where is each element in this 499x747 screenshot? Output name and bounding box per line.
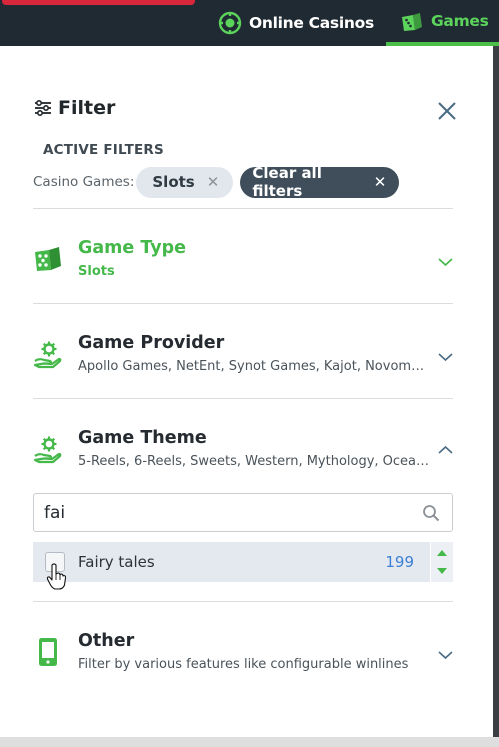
- divider: [33, 601, 453, 602]
- hand-gear-icon: [33, 341, 62, 369]
- filter-title: Filter: [34, 96, 115, 120]
- divider: [33, 398, 453, 399]
- filter-chip-slots[interactable]: Slots ✕: [136, 166, 234, 198]
- nav-online-casinos[interactable]: Online Casinos: [218, 0, 383, 46]
- promo-strip[interactable]: [2, 0, 195, 5]
- clear-all-label: Clear all filters: [252, 164, 322, 200]
- filter-title-label: Filter: [58, 97, 116, 119]
- divider: [33, 303, 453, 304]
- hand-gear-icon: [33, 436, 62, 464]
- filter-chip-label: Slots: [152, 173, 195, 191]
- section-subtitle: Apollo Games, NetEnt, Synot Games, Kajot…: [78, 359, 430, 374]
- search-icon[interactable]: [422, 504, 440, 522]
- phone-icon: [39, 638, 57, 666]
- active-filters-label: ACTIVE FILTERS: [43, 142, 164, 158]
- section-game-type[interactable]: Game Type Slots: [33, 238, 453, 284]
- chevron-down-icon[interactable]: [438, 352, 453, 362]
- nav-games-label: Games: [431, 12, 489, 30]
- nav-games[interactable]: Games: [386, 0, 499, 46]
- option-count: 199: [385, 553, 414, 571]
- top-navigation-bar: Online Casinos Games: [0, 0, 499, 46]
- section-subtitle: Slots: [78, 264, 115, 279]
- theme-search-input[interactable]: [44, 498, 404, 528]
- close-icon[interactable]: [436, 100, 458, 122]
- section-title: Game Theme: [78, 428, 207, 448]
- section-other[interactable]: Other Filter by various features like co…: [33, 631, 453, 677]
- clear-x-icon: ✕: [373, 173, 387, 191]
- chip-prefix: Casino Games:: [33, 174, 135, 190]
- chevron-down-icon[interactable]: [438, 650, 453, 660]
- option-label: Fairy tales: [78, 553, 155, 571]
- section-subtitle: Filter by various features like configur…: [78, 657, 409, 672]
- sliders-icon: [35, 100, 51, 116]
- page-backdrop: [492, 46, 499, 747]
- hand-pointer-icon: [46, 563, 66, 590]
- option-scroll-control[interactable]: [431, 542, 453, 582]
- chevron-up-icon[interactable]: [438, 445, 453, 455]
- filter-panel: Filter ACTIVE FILTERS Casino Games: Slot…: [0, 46, 493, 737]
- clear-all-filters-button[interactable]: Clear all filters ✕: [240, 164, 400, 200]
- chevron-down-icon[interactable]: [438, 257, 453, 267]
- nav-online-casinos-label: Online Casinos: [249, 14, 374, 32]
- dice-icon: [35, 247, 61, 271]
- section-title: Game Provider: [78, 333, 225, 353]
- active-filter-chips: Casino Games: Slots ✕ Clear all filters …: [33, 164, 400, 200]
- panel-bottom-shadow: [0, 737, 499, 747]
- section-subtitle: 5-Reels, 6-Reels, Sweets, Western, Mytho…: [78, 454, 430, 469]
- section-title: Game Type: [78, 238, 187, 258]
- scroll-down-icon[interactable]: [436, 567, 448, 575]
- section-title: Other: [78, 631, 135, 651]
- theme-option-fairy-tales[interactable]: Fairy tales 199: [33, 542, 430, 582]
- scroll-up-icon[interactable]: [436, 549, 448, 557]
- remove-chip-icon[interactable]: ✕: [207, 173, 220, 191]
- section-game-provider[interactable]: Game Provider Apollo Games, NetEnt, Syno…: [33, 333, 453, 379]
- divider: [33, 208, 453, 209]
- theme-search-box: [33, 493, 453, 532]
- dice-icon: [402, 13, 422, 31]
- casino-chip-icon: [218, 11, 242, 35]
- section-game-theme[interactable]: Game Theme 5-Reels, 6-Reels, Sweets, Wes…: [33, 428, 453, 474]
